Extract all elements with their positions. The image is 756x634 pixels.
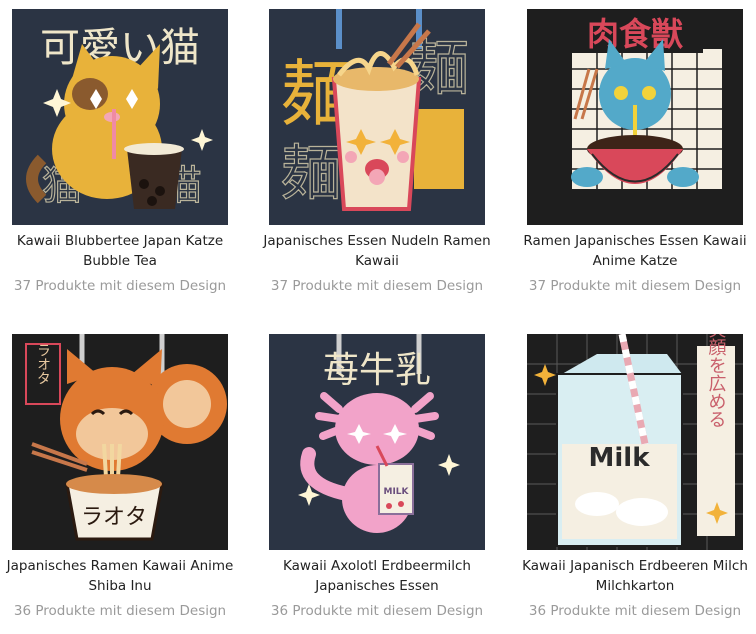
- design-product-count: 37 Produkte mit diesem Design: [270, 278, 484, 294]
- design-title[interactable]: Kawaii Axolotl Erdbeermilch Japanisches …: [257, 556, 497, 596]
- design-thumbnail[interactable]: 麺 麺 麺: [269, 9, 485, 225]
- art-text-outline: 麺: [281, 139, 341, 209]
- art-text: Milk: [589, 443, 651, 473]
- design-product-count: 36 Produkte mit diesem Design: [13, 603, 227, 619]
- art-text: MILK: [383, 487, 409, 497]
- design-title[interactable]: Kawaii Blubbertee Japan Katze Bubble Tea: [0, 231, 240, 271]
- design-thumbnail[interactable]: 笑顔を広める Milk: [527, 334, 743, 550]
- design-product-count: 37 Produkte mit diesem Design: [528, 278, 742, 294]
- design-card[interactable]: 苺牛乳 MILK Kawaii Axolotl Erdbeermilch Jap…: [257, 334, 497, 621]
- design-thumbnail[interactable]: 肉食獣: [527, 9, 743, 225]
- design-thumbnail[interactable]: 苺牛乳 MILK: [269, 334, 485, 550]
- design-card[interactable]: ラオタ ラオタ Japanisches Ramen Kawaii Anime S…: [0, 334, 240, 621]
- design-card[interactable]: 笑顔を広める Milk Kawaii Japanisch Erdbeeren M…: [515, 334, 755, 621]
- art-text: 肉食獣: [587, 15, 683, 53]
- art-text: 笑顔を広める: [706, 334, 727, 428]
- design-title[interactable]: Kawaii Japanisch Erdbeeren Milch Milchka…: [515, 556, 755, 596]
- design-title[interactable]: Japanisches Ramen Kawaii Anime Shiba Inu: [0, 556, 240, 596]
- design-product-count: 36 Produkte mit diesem Design: [528, 603, 742, 619]
- design-title[interactable]: Japanisches Essen Nudeln Ramen Kawaii: [257, 231, 497, 271]
- design-card[interactable]: 麺 麺 麺 Japanisches Essen Nudeln Ramen Kaw…: [257, 9, 497, 296]
- design-product-count: 36 Produkte mit diesem Design: [270, 603, 484, 619]
- art-text: ラオタ: [81, 505, 147, 530]
- design-thumbnail[interactable]: 可愛い猫 猫 猫: [12, 9, 228, 225]
- design-card[interactable]: 肉食獣 Ramen Japanisches Essen Kawaii Anime…: [515, 9, 755, 296]
- design-grid: 可愛い猫 猫 猫 Kawaii Blubbertee Japan Katze B…: [0, 0, 756, 634]
- design-title[interactable]: Ramen Japanisches Essen Kawaii Anime Kat…: [515, 231, 755, 271]
- art-text: ラオタ: [35, 343, 51, 385]
- art-text: 苺牛乳: [323, 350, 431, 391]
- design-card[interactable]: 可愛い猫 猫 猫 Kawaii Blubbertee Japan Katze B…: [0, 9, 240, 296]
- design-product-count: 37 Produkte mit diesem Design: [13, 278, 227, 294]
- design-thumbnail[interactable]: ラオタ ラオタ: [12, 334, 228, 550]
